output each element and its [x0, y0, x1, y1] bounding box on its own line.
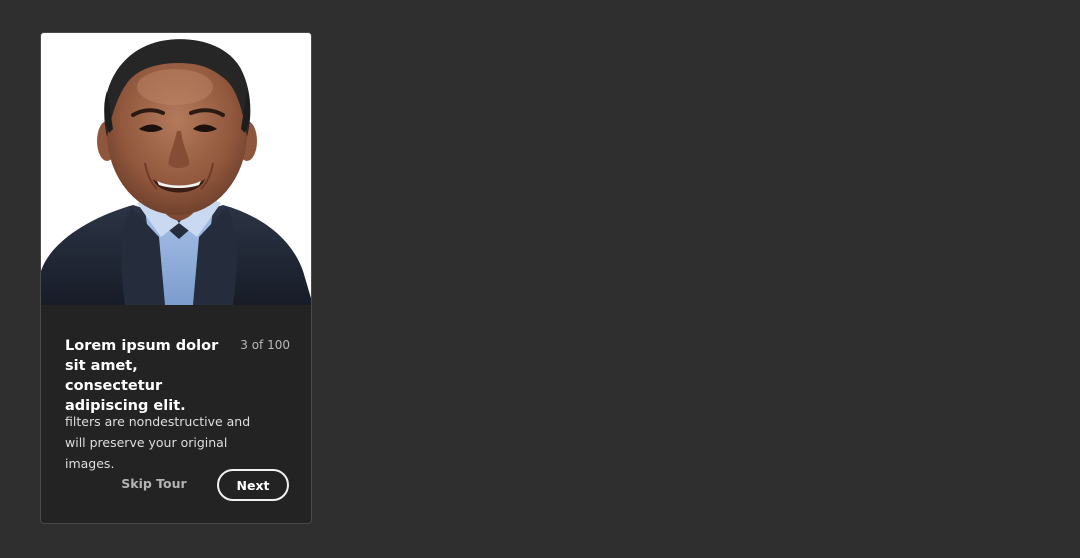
tour-card-body: Lorem ipsum dolor sit amet, consectetur … — [41, 305, 311, 523]
tour-photo — [41, 33, 311, 305]
tour-card: Lorem ipsum dolor sit amet, consectetur … — [40, 32, 312, 524]
skip-tour-button[interactable]: Skip Tour — [117, 471, 191, 495]
next-button[interactable]: Next — [217, 469, 289, 501]
tour-title: Lorem ipsum dolor sit amet, consectetur … — [65, 338, 219, 414]
tour-description: filters are nondestructive and will pres… — [65, 414, 251, 471]
step-counter: 3 of 100 — [240, 338, 290, 352]
portrait-illustration — [41, 33, 311, 305]
